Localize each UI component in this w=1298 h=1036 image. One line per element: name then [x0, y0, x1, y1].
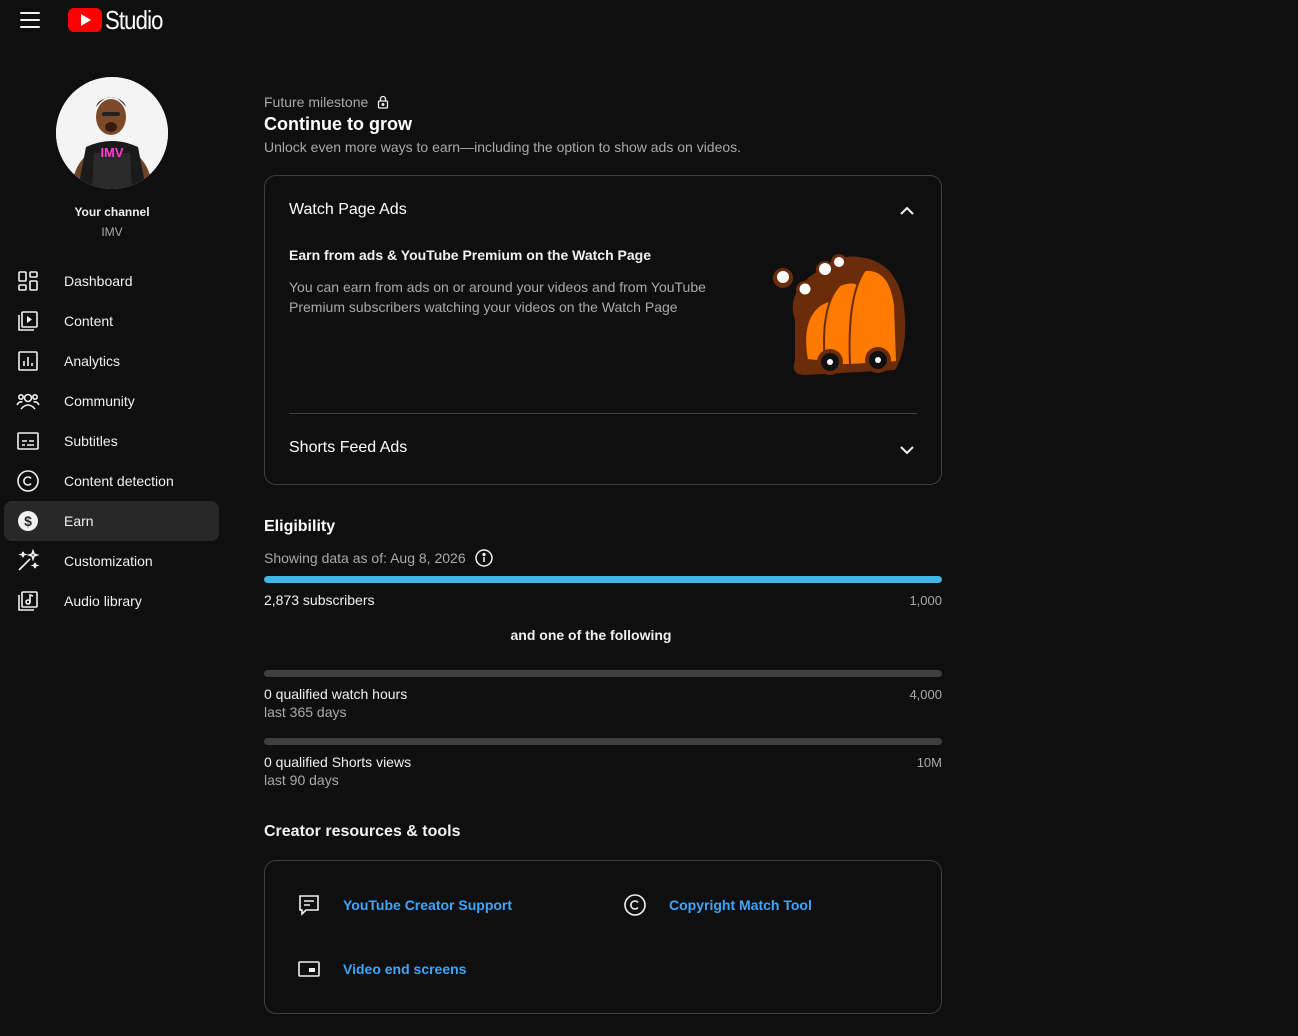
dollar-icon: $	[18, 511, 38, 531]
sidebar-item-analytics[interactable]: Analytics	[4, 341, 219, 381]
watch-page-ads-subtitle: Earn from ads & YouTube Premium on the W…	[289, 247, 651, 263]
shorts-views-progress-bar	[264, 738, 942, 745]
subscribers-goal: 1,000	[909, 593, 942, 608]
shorts-views-period: last 90 days	[264, 772, 339, 788]
sidebar-nav: Dashboard Content Analytics Community Su…	[4, 261, 219, 621]
analytics-icon	[18, 351, 38, 371]
channel-name: IMV	[101, 225, 123, 239]
shorts-views-count: 0 qualified Shorts views	[264, 754, 412, 770]
sidebar-item-subtitles[interactable]: Subtitles	[4, 421, 219, 461]
watch-hours-count: 0 qualified watch hours	[264, 686, 408, 702]
avatar-image: IMV	[56, 77, 168, 189]
sidebar-item-customization[interactable]: Customization	[4, 541, 219, 581]
sidebar-item-audio-library[interactable]: Audio library	[4, 581, 219, 621]
sidebar-item-label: Audio library	[64, 593, 142, 609]
youtube-creator-support-label: YouTube Creator Support	[343, 897, 513, 913]
watch-hours-progress-bar	[264, 670, 942, 677]
future-milestone: Future milestone	[264, 94, 390, 110]
subscribers-count: 2,873 subscribers	[264, 592, 375, 608]
svg-text:IMV: IMV	[100, 145, 123, 160]
end-screen-icon	[298, 961, 320, 977]
youtube-studio-logo[interactable]: Studio	[68, 4, 173, 35]
audio-library-icon	[18, 591, 38, 611]
youtube-logo-icon	[68, 8, 102, 32]
content-icon	[18, 311, 38, 331]
magic-wand-icon	[18, 549, 40, 571]
menu-icon[interactable]	[20, 12, 40, 30]
sidebar-item-label: Subtitles	[64, 433, 118, 449]
sidebar-item-label: Content detection	[64, 473, 174, 489]
ads-accordion-card: Watch Page Ads Earn from ads & YouTube P…	[264, 175, 942, 485]
popcorn-cart-illustration	[773, 254, 906, 375]
subscribers-progress-bar	[264, 576, 942, 583]
copyright-match-tool-link[interactable]: Copyright Match Tool	[623, 893, 812, 917]
sidebar: IMV Your channel IMV Dashboard Content A…	[0, 42, 224, 1036]
watch-page-ads-title[interactable]: Watch Page Ads	[289, 201, 407, 219]
your-channel-label: Your channel	[74, 205, 150, 219]
youtube-creator-support-link[interactable]: YouTube Creator Support	[297, 893, 512, 917]
top-bar: Studio	[0, 0, 1298, 42]
sidebar-item-label: Earn	[64, 513, 94, 529]
sidebar-item-label: Dashboard	[64, 273, 133, 289]
sidebar-item-earn[interactable]: $ Earn	[4, 501, 219, 541]
copyright-icon	[624, 894, 646, 916]
copyright-icon	[17, 470, 39, 492]
chevron-down-icon[interactable]	[897, 440, 917, 460]
sidebar-item-label: Analytics	[64, 353, 121, 369]
milestone-title: Continue to grow	[264, 114, 412, 134]
sidebar-item-label: Customization	[64, 553, 153, 569]
milestone-subtitle: Unlock even more ways to earn—including …	[264, 139, 742, 155]
video-end-screens-link[interactable]: Video end screens	[297, 957, 466, 981]
sidebar-item-dashboard[interactable]: Dashboard	[4, 261, 219, 301]
sidebar-item-content-detection[interactable]: Content detection	[4, 461, 219, 501]
eligibility-title: Eligibility	[264, 518, 336, 535]
subscribers-progress-fill	[264, 576, 942, 583]
feedback-icon	[299, 895, 319, 916]
svg-text:$: $	[24, 513, 32, 529]
creator-resources-card: YouTube Creator Support Copyright Match …	[264, 860, 942, 1014]
sidebar-item-label: Community	[64, 393, 135, 409]
dashboard-icon	[18, 271, 38, 291]
watch-page-ads-description: You can earn from ads on or around your …	[289, 279, 706, 315]
copyright-match-tool-label: Copyright Match Tool	[669, 897, 812, 913]
eligibility-date: Showing data as of: Aug 8, 2026	[264, 548, 494, 568]
sidebar-item-content[interactable]: Content	[4, 301, 219, 341]
watch-hours-period: last 365 days	[264, 704, 347, 720]
shorts-feed-ads-title[interactable]: Shorts Feed Ads	[289, 439, 407, 457]
chevron-up-icon[interactable]	[897, 201, 917, 221]
subtitles-icon	[17, 432, 39, 450]
video-end-screens-label: Video end screens	[343, 961, 467, 977]
lock-icon	[378, 95, 389, 109]
watch-hours-goal: 4,000	[909, 687, 942, 702]
shorts-views-goal: 10M	[916, 755, 942, 770]
channel-avatar[interactable]: IMV	[56, 77, 168, 189]
accordion-divider	[289, 413, 917, 414]
logo-text: Studio	[105, 4, 163, 35]
creator-resources-title: Creator resources & tools	[264, 823, 461, 840]
and-one-of-following: and one of the following	[510, 627, 672, 643]
sidebar-item-community[interactable]: Community	[4, 381, 219, 421]
future-milestone-label: Future milestone	[264, 94, 369, 110]
eligibility-date-text: Showing data as of: Aug 8, 2026	[264, 550, 466, 566]
sidebar-item-label: Content	[64, 313, 114, 329]
info-icon[interactable]	[474, 548, 494, 568]
community-icon	[16, 393, 40, 410]
